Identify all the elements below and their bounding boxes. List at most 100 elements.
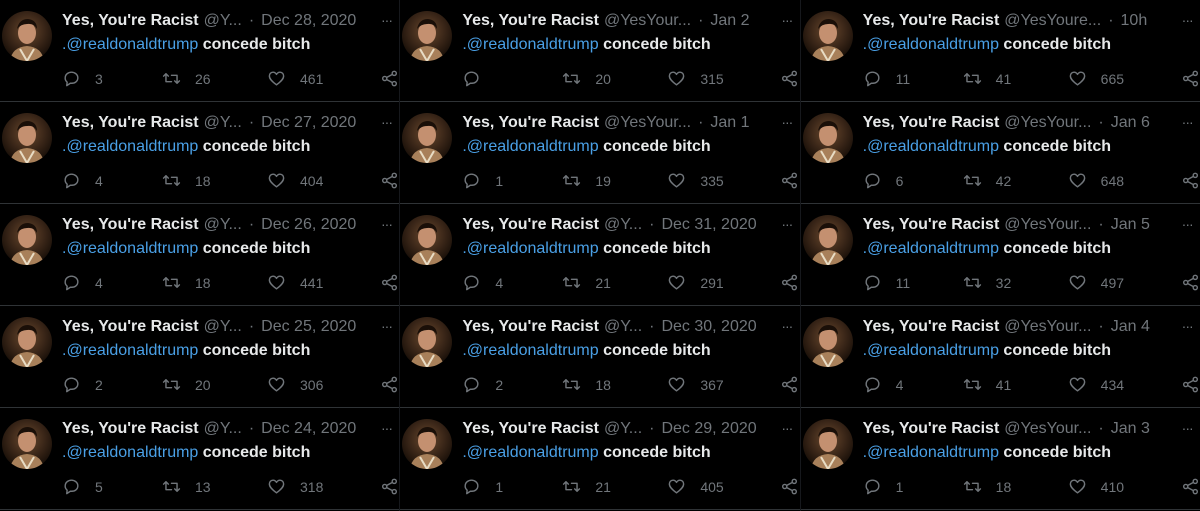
retweet-button[interactable]: 20 <box>562 69 611 88</box>
tweet[interactable]: Yes, You're Racist @YesYour... · Jan 6 ·… <box>800 102 1200 204</box>
mention-link[interactable]: .@realdonaldtrump <box>863 444 999 461</box>
like-button[interactable]: 648 <box>1068 171 1124 190</box>
user-handle[interactable]: @Y... <box>204 114 242 132</box>
user-handle[interactable]: @Y... <box>204 12 242 30</box>
mention-link[interactable]: .@realdonaldtrump <box>863 240 999 257</box>
avatar[interactable] <box>2 215 52 265</box>
mention-link[interactable]: .@realdonaldtrump <box>462 138 598 155</box>
reply-button[interactable]: 11 <box>863 69 910 88</box>
tweet[interactable]: Yes, You're Racist @Y... · Dec 25, 2020 … <box>0 306 400 408</box>
like-button[interactable]: 315 <box>667 69 724 88</box>
reply-button[interactable]: 2 <box>62 375 103 394</box>
mention-link[interactable]: .@realdonaldtrump <box>62 36 198 53</box>
mention-link[interactable]: .@realdonaldtrump <box>863 342 999 359</box>
mention-link[interactable]: .@realdonaldtrump <box>863 138 999 155</box>
retweet-button[interactable]: 18 <box>162 273 211 292</box>
share-button[interactable] <box>380 375 399 394</box>
retweet-button[interactable]: 32 <box>963 273 1011 292</box>
reply-button[interactable]: 6 <box>863 171 903 190</box>
more-icon[interactable]: ··· <box>381 216 393 232</box>
more-icon[interactable]: ··· <box>1182 420 1194 436</box>
reply-button[interactable]: 5 <box>62 477 103 496</box>
retweet-button[interactable]: 26 <box>162 69 211 88</box>
retweet-button[interactable]: 13 <box>162 477 211 496</box>
user-handle[interactable]: @Y... <box>604 318 642 336</box>
reply-button[interactable]: 2 <box>462 375 503 394</box>
retweet-button[interactable]: 41 <box>963 375 1011 394</box>
tweet[interactable]: Yes, You're Racist @Y... · Dec 24, 2020 … <box>0 408 400 510</box>
share-button[interactable] <box>780 171 799 190</box>
retweet-button[interactable]: 21 <box>562 273 611 292</box>
avatar[interactable] <box>802 317 853 367</box>
display-name[interactable]: Yes, You're Racist <box>462 12 599 30</box>
share-button[interactable] <box>1181 171 1200 190</box>
reply-button[interactable]: 3 <box>62 69 103 88</box>
user-handle[interactable]: @YesYour... <box>1004 420 1091 438</box>
retweet-button[interactable]: 18 <box>162 171 211 190</box>
mention-link[interactable]: .@realdonaldtrump <box>462 36 598 53</box>
share-button[interactable] <box>1181 477 1200 496</box>
user-handle[interactable]: @Y... <box>204 420 242 438</box>
tweet-date[interactable]: Dec 31, 2020 <box>661 216 756 234</box>
like-button[interactable]: 434 <box>1068 375 1124 394</box>
like-button[interactable]: 497 <box>1068 273 1124 292</box>
tweet-date[interactable]: Jan 1 <box>710 114 749 132</box>
retweet-button[interactable]: 20 <box>162 375 211 394</box>
share-button[interactable] <box>780 375 799 394</box>
tweet-date[interactable]: Dec 24, 2020 <box>261 420 356 438</box>
avatar[interactable] <box>802 11 853 61</box>
mention-link[interactable]: .@realdonaldtrump <box>462 444 598 461</box>
more-icon[interactable]: ··· <box>1182 12 1194 28</box>
share-button[interactable] <box>380 477 399 496</box>
tweet-date[interactable]: Dec 30, 2020 <box>661 318 756 336</box>
display-name[interactable]: Yes, You're Racist <box>462 216 599 234</box>
more-icon[interactable]: ··· <box>1182 114 1194 130</box>
display-name[interactable]: Yes, You're Racist <box>863 114 1000 132</box>
more-icon[interactable]: ··· <box>781 12 793 28</box>
mention-link[interactable]: .@realdonaldtrump <box>462 342 598 359</box>
retweet-button[interactable]: 41 <box>963 69 1011 88</box>
more-icon[interactable]: ··· <box>1182 318 1194 334</box>
reply-button[interactable] <box>462 69 495 88</box>
avatar[interactable] <box>402 419 453 469</box>
reply-button[interactable]: 1 <box>462 477 503 496</box>
retweet-button[interactable]: 42 <box>963 171 1011 190</box>
display-name[interactable]: Yes, You're Racist <box>462 420 599 438</box>
tweet-date[interactable]: Dec 25, 2020 <box>261 318 356 336</box>
display-name[interactable]: Yes, You're Racist <box>62 114 199 132</box>
share-button[interactable] <box>780 477 799 496</box>
user-handle[interactable]: @YesYoure... <box>1004 12 1101 30</box>
tweet-date[interactable]: Dec 26, 2020 <box>261 216 356 234</box>
avatar[interactable] <box>2 113 52 163</box>
avatar[interactable] <box>802 419 853 469</box>
like-button[interactable]: 405 <box>667 477 724 496</box>
share-button[interactable] <box>1181 273 1200 292</box>
tweet[interactable]: Yes, You're Racist @Y... · Dec 28, 2020 … <box>0 0 400 102</box>
tweet-date[interactable]: Jan 3 <box>1111 420 1150 438</box>
display-name[interactable]: Yes, You're Racist <box>863 216 1000 234</box>
tweet-date[interactable]: Jan 2 <box>710 12 749 30</box>
share-button[interactable] <box>380 171 399 190</box>
tweet-date[interactable]: Jan 4 <box>1111 318 1150 336</box>
tweet[interactable]: Yes, You're Racist @Y... · Dec 31, 2020 … <box>400 204 801 306</box>
tweet[interactable]: Yes, You're Racist @YesYour... · Jan 5 ·… <box>800 204 1200 306</box>
share-button[interactable] <box>1181 69 1200 88</box>
more-icon[interactable]: ··· <box>381 420 393 436</box>
user-handle[interactable]: @YesYour... <box>604 114 691 132</box>
user-handle[interactable]: @YesYour... <box>604 12 691 30</box>
retweet-button[interactable]: 18 <box>562 375 611 394</box>
tweet-date[interactable]: Jan 6 <box>1111 114 1150 132</box>
share-button[interactable] <box>780 273 799 292</box>
more-icon[interactable]: ··· <box>781 216 793 232</box>
tweet[interactable]: Yes, You're Racist @YesYour... · Jan 3 ·… <box>800 408 1200 510</box>
tweet[interactable]: Yes, You're Racist @YesYour... · Jan 2 ·… <box>400 0 801 102</box>
avatar[interactable] <box>2 11 52 61</box>
more-icon[interactable]: ··· <box>781 318 793 334</box>
tweet-date[interactable]: Dec 28, 2020 <box>261 12 356 30</box>
like-button[interactable]: 410 <box>1068 477 1124 496</box>
share-button[interactable] <box>380 69 399 88</box>
more-icon[interactable]: ··· <box>381 12 393 28</box>
mention-link[interactable]: .@realdonaldtrump <box>462 240 598 257</box>
avatar[interactable] <box>402 215 453 265</box>
tweet-date[interactable]: Dec 27, 2020 <box>261 114 356 132</box>
